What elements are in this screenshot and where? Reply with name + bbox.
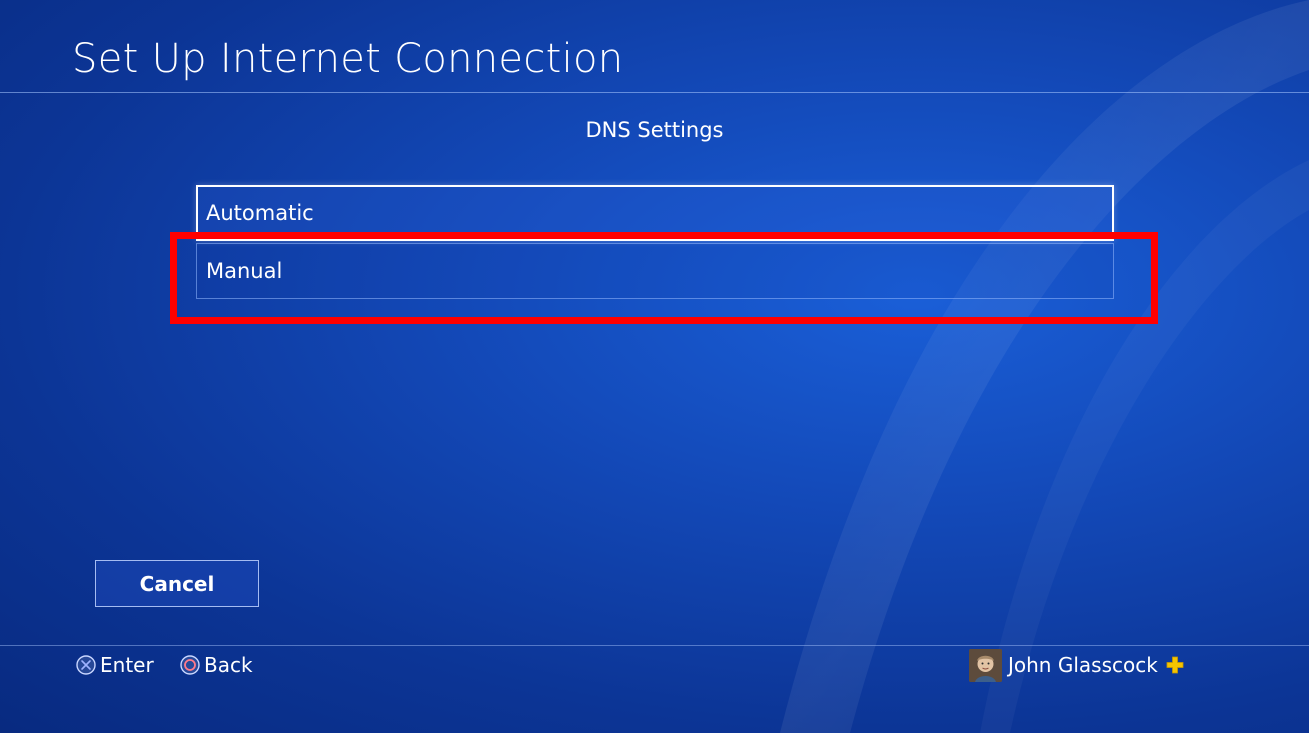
enter-hint-label: Enter <box>100 653 154 677</box>
enter-hint: Enter <box>76 652 154 678</box>
option-label: Automatic <box>206 201 314 225</box>
cancel-button[interactable]: Cancel <box>95 560 259 607</box>
annotation-highlight-box <box>170 232 1158 324</box>
cross-button-icon <box>76 655 96 675</box>
background-wave <box>780 0 1309 733</box>
footer-divider <box>0 645 1309 646</box>
back-hint-label: Back <box>204 653 253 677</box>
back-hint: Back <box>180 652 253 678</box>
page-title: Set Up Internet Connection <box>72 36 624 82</box>
user-name: John Glasscock <box>1008 653 1158 677</box>
playstation-plus-icon <box>1166 656 1184 674</box>
user-profile: John Glasscock <box>969 648 1184 682</box>
avatar <box>969 648 1002 682</box>
circle-button-icon <box>180 655 200 675</box>
section-subtitle: DNS Settings <box>585 118 724 142</box>
header-divider <box>0 92 1309 93</box>
